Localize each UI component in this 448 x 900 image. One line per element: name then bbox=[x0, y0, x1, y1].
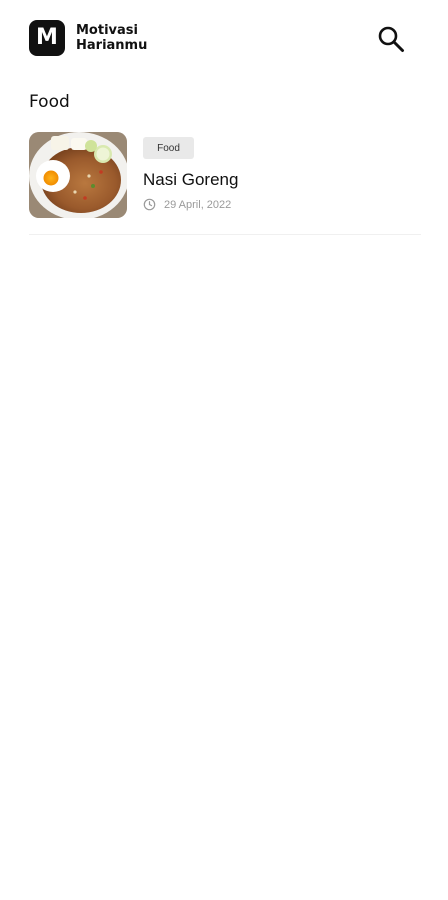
header: M Motivasi Harianmu bbox=[0, 0, 448, 76]
section-title: Food bbox=[29, 92, 70, 112]
site-logo[interactable]: M Motivasi Harianmu bbox=[29, 20, 147, 56]
article-thumbnail bbox=[29, 132, 127, 218]
app-screen: M Motivasi Harianmu Food Food Nasi Goren… bbox=[0, 0, 448, 900]
clock-icon bbox=[143, 198, 156, 211]
logo-wordmark: Motivasi Harianmu bbox=[76, 23, 147, 53]
logo-letter: M bbox=[36, 25, 58, 50]
nasi-goreng-photo bbox=[29, 132, 127, 218]
article-meta: 29 April, 2022 bbox=[143, 198, 231, 211]
article-date: 29 April, 2022 bbox=[164, 198, 232, 211]
logo-line-1: Motivasi bbox=[76, 23, 138, 38]
logo-mark: M bbox=[29, 20, 65, 56]
article-title[interactable]: Nasi Goreng bbox=[143, 170, 238, 190]
article-card[interactable]: Food Nasi Goreng 29 April, 2022 bbox=[29, 132, 421, 235]
category-tag[interactable]: Food bbox=[143, 137, 194, 159]
search-button[interactable] bbox=[374, 22, 408, 56]
logo-line-2: Harianmu bbox=[76, 38, 148, 53]
search-icon bbox=[378, 26, 404, 52]
